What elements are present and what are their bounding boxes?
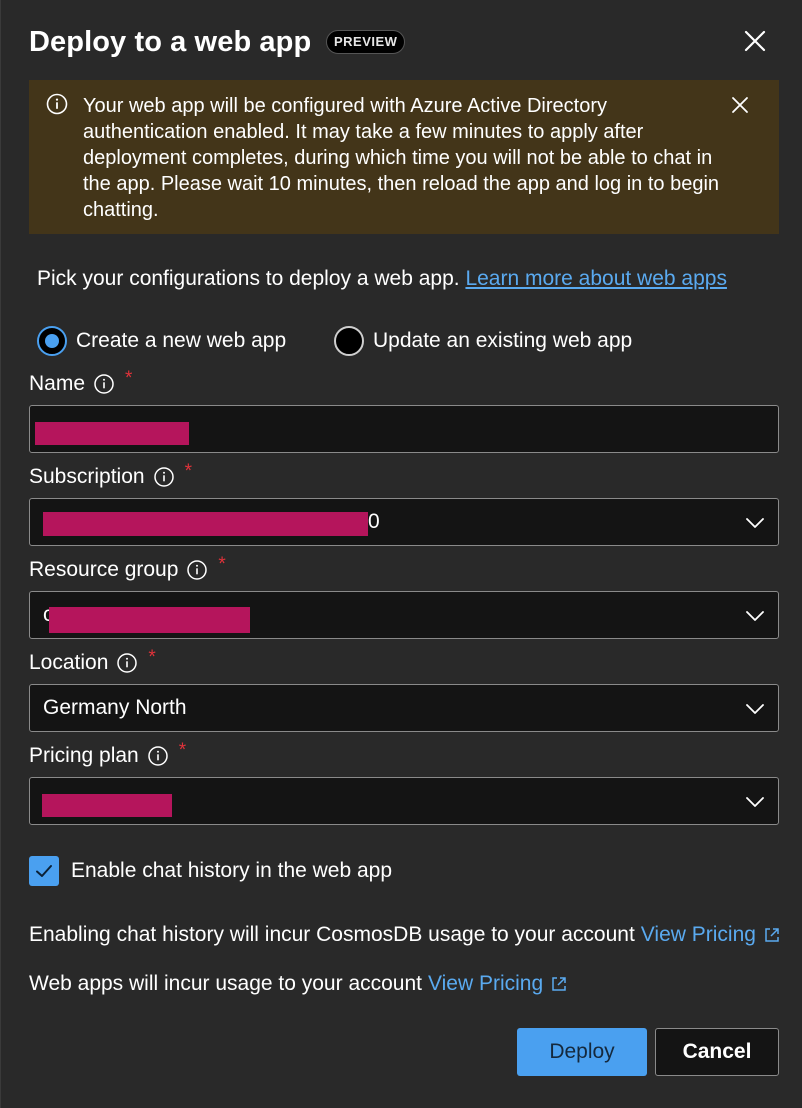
- radio-create-new[interactable]: Create a new web app: [37, 326, 286, 356]
- required-mark: *: [184, 461, 192, 482]
- pricing-plan-label-text: Pricing plan: [29, 744, 139, 767]
- required-mark: *: [178, 740, 187, 761]
- chat-history-label: Enable chat history in the web app: [71, 859, 393, 882]
- resource-group-label-text: Resource group: [29, 558, 179, 581]
- banner-message: Your web app will be configured with Azu…: [83, 95, 720, 221]
- resource-group-label: Resource group *: [29, 554, 226, 582]
- subscription-label: Subscription *: [29, 461, 192, 489]
- info-icon[interactable]: [186, 559, 208, 581]
- chevron-down-icon: [746, 797, 764, 807]
- deploy-dialog: Deploy to a web app PREVIEW Your web app…: [0, 0, 802, 1108]
- cancel-button[interactable]: Cancel: [655, 1028, 779, 1076]
- learn-more-link[interactable]: Learn more about web apps: [465, 267, 727, 290]
- intro-text: Pick your configurations to deploy a web…: [37, 267, 727, 291]
- required-mark: *: [218, 554, 226, 575]
- radio-circle: [334, 326, 364, 356]
- redacted-value: [35, 422, 189, 445]
- webapp-note-text: Web apps will incur usage to your accoun…: [29, 972, 422, 995]
- subscription-label-text: Subscription: [29, 465, 145, 488]
- chevron-down-icon: [746, 704, 764, 714]
- radio-create-label: Create a new web app: [76, 329, 287, 352]
- info-icon[interactable]: [93, 373, 115, 395]
- cosmos-pricing-note: Enabling chat history will incur CosmosD…: [29, 923, 781, 947]
- webapp-pricing-note: Web apps will incur usage to your accoun…: [29, 972, 568, 996]
- checkbox-box: [29, 856, 59, 886]
- required-mark: *: [148, 647, 156, 668]
- close-dialog-button[interactable]: [741, 27, 769, 55]
- name-input[interactable]: [29, 405, 779, 453]
- banner-close-icon[interactable]: [729, 94, 751, 116]
- location-select[interactable]: Germany North: [29, 684, 779, 732]
- cosmos-note-text: Enabling chat history will incur CosmosD…: [29, 923, 635, 946]
- name-label-text: Name: [29, 372, 86, 395]
- required-mark: *: [125, 368, 133, 389]
- deploy-button[interactable]: Deploy: [517, 1028, 647, 1076]
- radio-update-label: Update an existing web app: [373, 329, 633, 352]
- checkmark-icon: [36, 865, 52, 877]
- resource-group-select[interactable]: c: [29, 591, 779, 639]
- redacted-value: [49, 607, 250, 633]
- chevron-down-icon: [746, 518, 764, 528]
- external-link-icon: [552, 977, 566, 991]
- subscription-value-suffix: 0: [368, 510, 380, 533]
- name-label: Name *: [29, 368, 132, 396]
- close-icon: [744, 30, 766, 52]
- webapp-view-pricing-link[interactable]: View Pricing: [428, 972, 568, 996]
- chevron-down-icon: [746, 611, 764, 621]
- pricing-plan-select[interactable]: [29, 777, 779, 825]
- pricing-plan-label: Pricing plan *: [29, 740, 186, 768]
- info-banner: Your web app will be configured with Azu…: [29, 80, 779, 234]
- redacted-value: [42, 794, 172, 817]
- location-label: Location *: [29, 647, 156, 675]
- subscription-select[interactable]: 0: [29, 498, 779, 546]
- info-icon[interactable]: [147, 745, 169, 767]
- info-icon[interactable]: [116, 652, 138, 674]
- redacted-value: [43, 512, 368, 536]
- radio-update-existing[interactable]: Update an existing web app: [334, 326, 632, 356]
- preview-badge: PREVIEW: [326, 30, 406, 54]
- info-icon: [46, 93, 68, 115]
- chat-history-checkbox[interactable]: Enable chat history in the web app: [29, 856, 392, 886]
- view-pricing-label: View Pricing: [640, 923, 756, 946]
- location-label-text: Location: [29, 651, 109, 674]
- cosmos-view-pricing-link[interactable]: View Pricing: [641, 923, 781, 947]
- intro-label: Pick your configurations to deploy a web…: [37, 267, 460, 290]
- info-icon[interactable]: [153, 466, 175, 488]
- location-value: Germany North: [43, 696, 187, 719]
- dialog-title: Deploy to a web app: [29, 26, 312, 58]
- external-link-icon: [765, 928, 779, 942]
- radio-circle-selected: [37, 326, 67, 356]
- view-pricing-label: View Pricing: [428, 972, 544, 995]
